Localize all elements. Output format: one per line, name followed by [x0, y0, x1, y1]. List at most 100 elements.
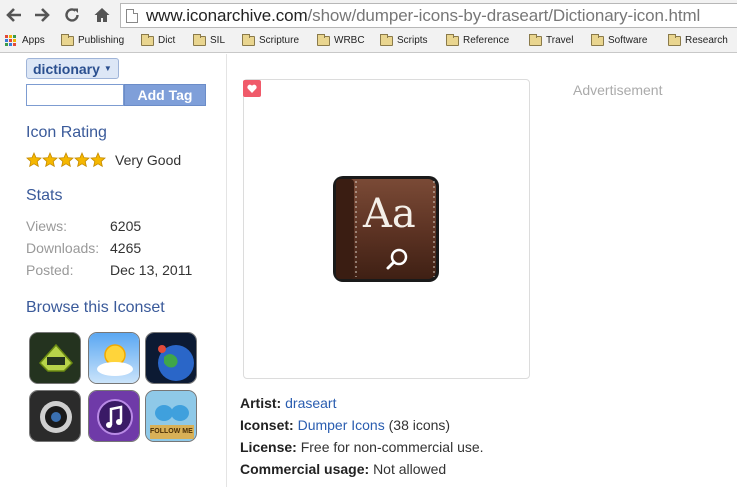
views-value: 6205: [110, 218, 142, 234]
commercial-usage-value: Not allowed: [373, 461, 447, 477]
bookmark-wrbc[interactable]: WRBC: [317, 33, 365, 46]
folder-icon: [193, 33, 206, 46]
folder-icon: [529, 33, 542, 46]
bookmark-label: Reference: [463, 35, 510, 46]
camera-icon: [30, 391, 80, 441]
tag-dictionary[interactable]: dictionary ▼: [26, 58, 119, 79]
downloads-label: Downloads:: [26, 240, 100, 256]
deviantart-icon: [30, 333, 80, 383]
bookmark-sil[interactable]: SIL: [193, 33, 226, 46]
follow-me-text: FOLLOW ME: [150, 428, 193, 435]
license-row: License: Free for non-commercial use.: [240, 439, 484, 455]
iconset-row: Iconset: Dumper Icons (38 icons): [240, 417, 450, 433]
commercial-usage-row: Commercial usage: Not allowed: [240, 461, 446, 477]
earth-icon: [146, 333, 196, 383]
star-icon: [74, 152, 90, 168]
url-text[interactable]: www.iconarchive.com/show/dumper-icons-by…: [146, 6, 700, 26]
bookmark-label: Research: [685, 35, 728, 46]
page-icon: [126, 9, 138, 23]
tag-label: dictionary: [33, 60, 100, 77]
posted-value: Dec 13, 2011: [110, 262, 193, 278]
bookmarks-bar: Apps Publishing Dict SIL Scripture WRBC …: [0, 31, 737, 53]
views-label: Views:: [26, 218, 67, 234]
iconset-count: (38 icons): [388, 417, 451, 433]
back-arrow-icon: [6, 8, 21, 22]
bookmark-dict[interactable]: Dict: [141, 33, 176, 46]
bookmark-scripts[interactable]: Scripts: [380, 33, 428, 46]
downloads-value: 4265: [110, 240, 142, 256]
home-icon: [94, 8, 110, 22]
favorite-button[interactable]: [243, 80, 261, 97]
artist-link[interactable]: draseart: [285, 395, 336, 411]
bookmark-label: Scripts: [397, 35, 428, 46]
folder-icon: [591, 33, 604, 46]
apps-grid-icon: [5, 35, 16, 46]
reload-icon: [65, 8, 79, 22]
back-button[interactable]: [4, 5, 24, 25]
posted-label: Posted:: [26, 262, 74, 278]
url-path: /show/dumper-icons-by-draseart/Dictionar…: [307, 6, 701, 25]
advertisement-label: Advertisement: [573, 82, 663, 98]
rating-text: Very Good: [115, 152, 182, 168]
forward-button[interactable]: [32, 5, 52, 25]
bookmark-research[interactable]: Research: [668, 33, 728, 46]
weather-icon: [89, 333, 139, 383]
folder-icon: [242, 33, 255, 46]
bookmark-publishing[interactable]: Publishing: [61, 33, 125, 46]
bookmark-reference[interactable]: Reference: [446, 33, 510, 46]
itunes-thumbnail[interactable]: [88, 390, 140, 442]
folder-icon: [141, 33, 154, 46]
star-icon: [90, 152, 106, 168]
icon-rating: Very Good: [26, 152, 181, 168]
tag-input[interactable]: [26, 84, 124, 106]
earth-thumbnail[interactable]: [145, 332, 197, 384]
browser-toolbar: www.iconarchive.com/show/dumper-icons-by…: [0, 0, 737, 31]
reload-button[interactable]: [62, 5, 82, 25]
star-icon: [26, 152, 42, 168]
folder-icon: [61, 33, 74, 46]
deviantart-thumbnail[interactable]: [29, 332, 81, 384]
license-value: Free for non-commercial use.: [300, 439, 484, 455]
folder-icon: [668, 33, 681, 46]
artist-label: Artist:: [240, 395, 282, 411]
bookmark-travel[interactable]: Travel: [529, 33, 574, 46]
star-icon: [42, 152, 58, 168]
artist-row: Artist: draseart: [240, 395, 336, 411]
dictionary-icon-preview[interactable]: Aa: [330, 173, 442, 285]
commercial-usage-label: Commercial usage:: [240, 461, 370, 477]
iconset-label: Iconset:: [240, 417, 294, 433]
heart-icon: [247, 84, 257, 93]
weather-thumbnail[interactable]: [88, 332, 140, 384]
icon-rating-title: Icon Rating: [26, 124, 107, 141]
star-icon: [58, 152, 74, 168]
add-tag-button[interactable]: Add Tag: [124, 84, 206, 106]
column-divider: [226, 54, 227, 487]
bookmark-apps[interactable]: Apps: [5, 35, 45, 46]
camera-thumbnail[interactable]: [29, 390, 81, 442]
license-label: License:: [240, 439, 297, 455]
book-letters: Aa: [363, 191, 416, 237]
twitter-thumbnail[interactable]: FOLLOW ME: [145, 390, 197, 442]
bookmark-label: Apps: [22, 35, 45, 46]
address-bar[interactable]: www.iconarchive.com/show/dumper-icons-by…: [120, 3, 737, 28]
bookmark-label: Publishing: [78, 35, 125, 46]
bookmark-label: WRBC: [334, 35, 365, 46]
iconset-link[interactable]: Dumper Icons: [298, 417, 385, 433]
bookmark-label: Software: [608, 35, 648, 46]
caret-down-icon: ▼: [103, 64, 112, 73]
stats-title: Stats: [26, 187, 63, 204]
folder-icon: [317, 33, 330, 46]
bookmark-label: Scripture: [259, 35, 300, 46]
bookmark-scripture[interactable]: Scripture: [242, 33, 300, 46]
bookmark-label: SIL: [210, 35, 226, 46]
bookmark-software[interactable]: Software: [591, 33, 648, 46]
url-host: www.iconarchive.com: [146, 6, 308, 25]
browse-iconset-title: Browse this Iconset: [26, 299, 165, 316]
itunes-icon: [89, 391, 139, 441]
folder-icon: [446, 33, 459, 46]
home-button[interactable]: [92, 5, 112, 25]
bookmark-label: Travel: [546, 35, 574, 46]
forward-arrow-icon: [35, 8, 50, 22]
bookmark-label: Dict: [158, 35, 176, 46]
rating-stars[interactable]: [26, 152, 106, 168]
